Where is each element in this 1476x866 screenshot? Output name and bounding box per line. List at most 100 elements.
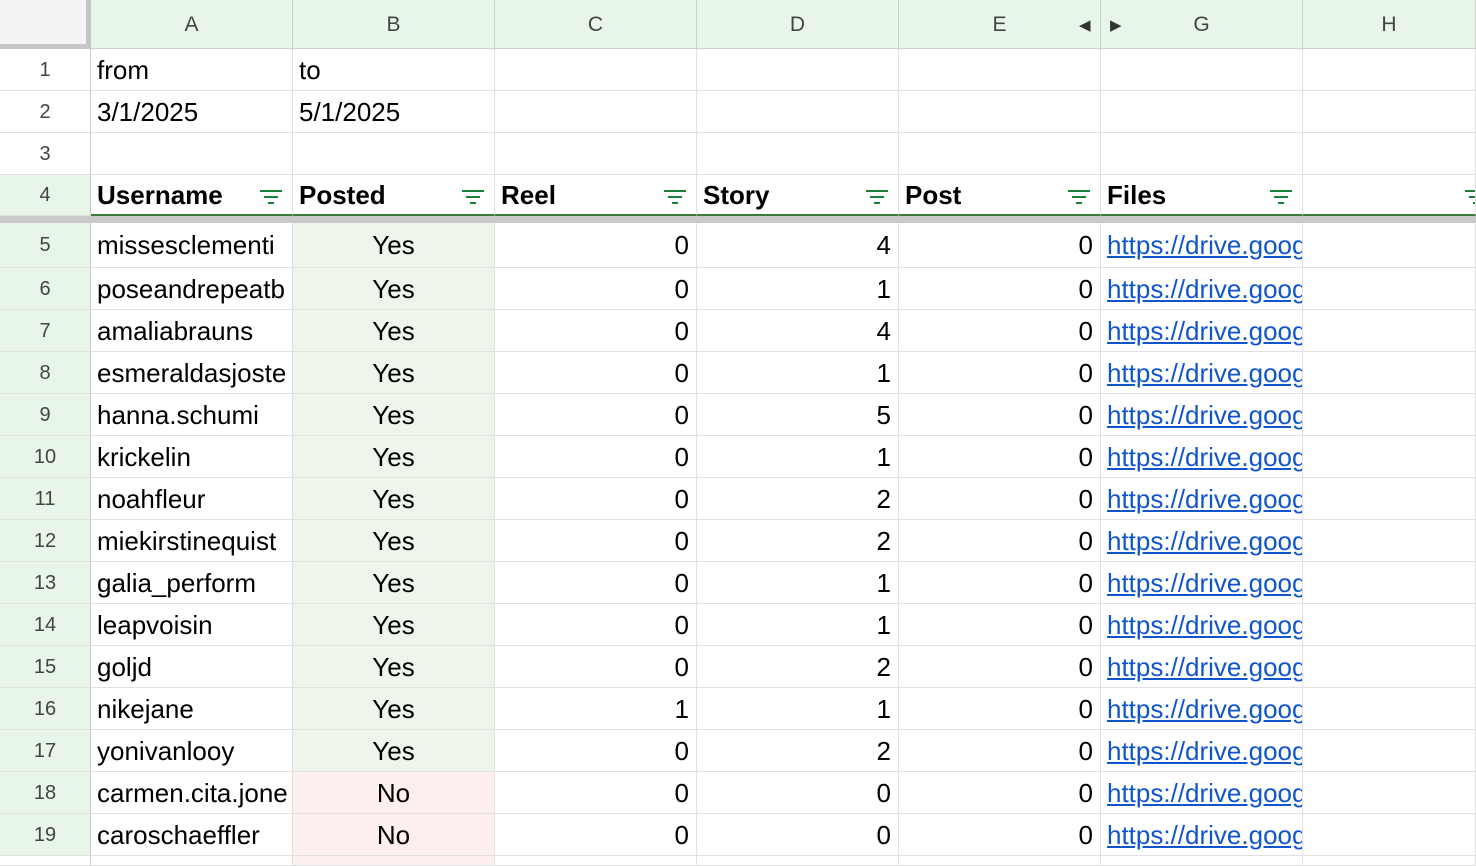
drive-link[interactable]: https://drive.goog	[1101, 444, 1302, 470]
files-link-cell[interactable]: https://drive.goog	[1101, 688, 1303, 730]
posted-cell[interactable]: Yes	[293, 223, 495, 268]
column-header-g[interactable]: G	[1101, 0, 1303, 49]
files-link-cell[interactable]: https://drive.goog	[1101, 520, 1303, 562]
posted-cell[interactable]: Yes	[293, 688, 495, 730]
cell[interactable]	[1303, 730, 1476, 772]
drive-link[interactable]: https://drive.goog	[1101, 612, 1302, 638]
post-cell[interactable]: 0	[899, 436, 1101, 478]
filter-icon[interactable]	[1068, 190, 1090, 204]
cell[interactable]	[1303, 562, 1476, 604]
row-number[interactable]: 6	[0, 268, 91, 310]
reel-cell[interactable]: 0	[495, 730, 697, 772]
row-number[interactable]: 13	[0, 562, 91, 604]
drive-link[interactable]: https://drive.goog	[1101, 570, 1302, 596]
drive-link[interactable]: https://drive.goog	[1101, 654, 1302, 680]
drive-link[interactable]: https://drive.goog	[1101, 402, 1302, 428]
drive-link[interactable]: https://drive.goog	[1101, 486, 1302, 512]
files-link-cell[interactable]: https://drive.goog	[1101, 394, 1303, 436]
reel-header[interactable]: Reel	[495, 175, 697, 216]
h-header[interactable]	[1303, 175, 1476, 216]
post-cell[interactable]: 0	[899, 268, 1101, 310]
row-number[interactable]: 8	[0, 352, 91, 394]
cell[interactable]	[899, 133, 1101, 175]
cell[interactable]	[91, 133, 293, 175]
posted-cell[interactable]: Yes	[293, 436, 495, 478]
post-cell[interactable]: 0	[899, 772, 1101, 814]
column-header-h[interactable]: H	[1303, 0, 1476, 49]
cell[interactable]	[1303, 436, 1476, 478]
post-cell[interactable]: 0	[899, 223, 1101, 268]
reel-cell[interactable]: 0	[495, 520, 697, 562]
cell[interactable]	[1303, 814, 1476, 856]
cell[interactable]	[1101, 91, 1303, 133]
cell[interactable]	[1303, 223, 1476, 268]
cell[interactable]	[899, 91, 1101, 133]
cell[interactable]	[293, 133, 495, 175]
reel-cell[interactable]: 0	[495, 814, 697, 856]
row-number[interactable]: 9	[0, 394, 91, 436]
cell[interactable]	[899, 856, 1101, 866]
username-cell[interactable]: nikejane	[91, 688, 293, 730]
reel-cell[interactable]: 0	[495, 436, 697, 478]
reel-cell[interactable]: 0	[495, 562, 697, 604]
username-cell[interactable]: amaliabrauns	[91, 310, 293, 352]
filter-icon[interactable]	[1270, 190, 1292, 204]
cell[interactable]	[1303, 772, 1476, 814]
filter-icon[interactable]	[260, 190, 282, 204]
filter-icon[interactable]	[1465, 190, 1475, 204]
cell[interactable]	[1303, 352, 1476, 394]
cell[interactable]: 3/1/2025	[91, 91, 293, 133]
row-number[interactable]: 18	[0, 772, 91, 814]
cell[interactable]	[1303, 604, 1476, 646]
story-cell[interactable]: 1	[697, 268, 899, 310]
posted-cell[interactable]: Yes	[293, 268, 495, 310]
reel-cell[interactable]: 0	[495, 478, 697, 520]
story-cell[interactable]: 2	[697, 520, 899, 562]
story-cell[interactable]: 0	[697, 772, 899, 814]
files-link-cell[interactable]: https://drive.goog	[1101, 223, 1303, 268]
row-number[interactable]: 15	[0, 646, 91, 688]
row-number[interactable]: 14	[0, 604, 91, 646]
cell[interactable]	[495, 49, 697, 91]
frozen-rows-divider[interactable]	[0, 216, 1476, 223]
cell[interactable]	[1101, 133, 1303, 175]
username-cell[interactable]: caroschaeffler	[91, 814, 293, 856]
post-cell[interactable]: 0	[899, 730, 1101, 772]
drive-link[interactable]: https://drive.goog	[1101, 318, 1302, 344]
cell[interactable]	[1303, 856, 1476, 866]
cell[interactable]	[1303, 310, 1476, 352]
cell[interactable]	[1303, 133, 1476, 175]
story-cell[interactable]: 1	[697, 604, 899, 646]
username-cell[interactable]: poseandrepeatb	[91, 268, 293, 310]
posted-cell[interactable]: Yes	[293, 394, 495, 436]
posted-cell[interactable]: Yes	[293, 310, 495, 352]
story-cell[interactable]: 4	[697, 310, 899, 352]
cell[interactable]: from	[91, 49, 293, 91]
cell[interactable]	[495, 91, 697, 133]
column-header-b[interactable]: B	[293, 0, 495, 49]
column-header-e[interactable]: E	[899, 0, 1101, 49]
username-cell[interactable]: hanna.schumi	[91, 394, 293, 436]
story-cell[interactable]: 1	[697, 562, 899, 604]
files-link-cell[interactable]: https://drive.goog	[1101, 352, 1303, 394]
username-cell[interactable]: miekirstinequist	[91, 520, 293, 562]
cell[interactable]: to	[293, 49, 495, 91]
username-cell[interactable]: goljd	[91, 646, 293, 688]
files-link-cell[interactable]: https://drive.goog	[1101, 814, 1303, 856]
cell[interactable]	[495, 133, 697, 175]
posted-cell[interactable]: Yes	[293, 352, 495, 394]
posted-header[interactable]: Posted	[293, 175, 495, 216]
files-header[interactable]: Files	[1101, 175, 1303, 216]
filter-icon[interactable]	[664, 190, 686, 204]
story-cell[interactable]: 2	[697, 478, 899, 520]
files-link-cell[interactable]: https://drive.goog	[1101, 478, 1303, 520]
posted-cell[interactable]: Yes	[293, 562, 495, 604]
post-cell[interactable]: 0	[899, 352, 1101, 394]
username-header[interactable]: Username	[91, 175, 293, 216]
drive-link[interactable]: https://drive.goog	[1101, 696, 1302, 722]
files-link-cell[interactable]: https://drive.goog	[1101, 268, 1303, 310]
username-cell[interactable]: yonivanlooy	[91, 730, 293, 772]
story-cell[interactable]: 5	[697, 394, 899, 436]
story-cell[interactable]: 2	[697, 730, 899, 772]
post-cell[interactable]: 0	[899, 814, 1101, 856]
